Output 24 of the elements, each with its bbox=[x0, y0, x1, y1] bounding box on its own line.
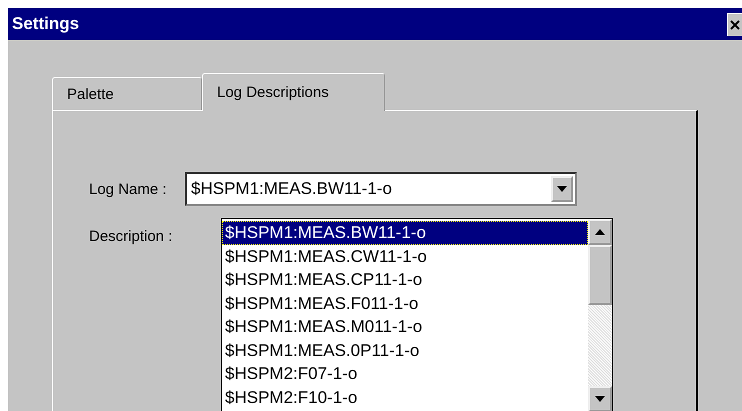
scroll-up-button[interactable] bbox=[588, 219, 612, 245]
close-icon bbox=[730, 20, 740, 30]
field-label: Log Name : bbox=[88, 181, 168, 198]
log-name-dropdown[interactable]: $HSPM1:MEAS.BW11-1-o bbox=[185, 172, 577, 206]
list-item[interactable]: $HSPM1:MEAS.CW11-1-o bbox=[222, 244, 588, 268]
list-item[interactable]: $HSPM2:F10-1-o bbox=[222, 386, 588, 409]
list-item[interactable]: $HSPM1:MEAS.M011-1-o bbox=[222, 315, 588, 338]
caret-icon bbox=[557, 186, 567, 192]
scrollbar[interactable] bbox=[588, 219, 612, 411]
tab[interactable]: Palette bbox=[52, 77, 202, 110]
scroll-down-button[interactable] bbox=[588, 386, 612, 411]
list-item[interactable]: $HSPM1:MEAS.F011-1-o bbox=[222, 292, 588, 315]
field-label: Description : bbox=[88, 228, 174, 245]
list-item[interactable]: $HSPM1:MEAS.BW11-1-o bbox=[222, 221, 588, 244]
close-button[interactable] bbox=[727, 12, 742, 36]
up-arrow-icon bbox=[595, 229, 605, 235]
list-item[interactable]: $HSPM2:F07-1-o bbox=[222, 362, 588, 386]
scroll-thumb[interactable] bbox=[588, 245, 612, 305]
down-arrow-icon bbox=[595, 396, 605, 402]
window-title: Settings bbox=[12, 14, 80, 34]
dropdown-button[interactable] bbox=[551, 176, 573, 202]
list-item[interactable]: $HSPM1:MEAS.0P11-1-o bbox=[222, 338, 588, 362]
tab[interactable]: Log Descriptions bbox=[202, 73, 385, 111]
list-item[interactable]: $HSPM1:MEAS.CP11-1-o bbox=[222, 268, 588, 292]
